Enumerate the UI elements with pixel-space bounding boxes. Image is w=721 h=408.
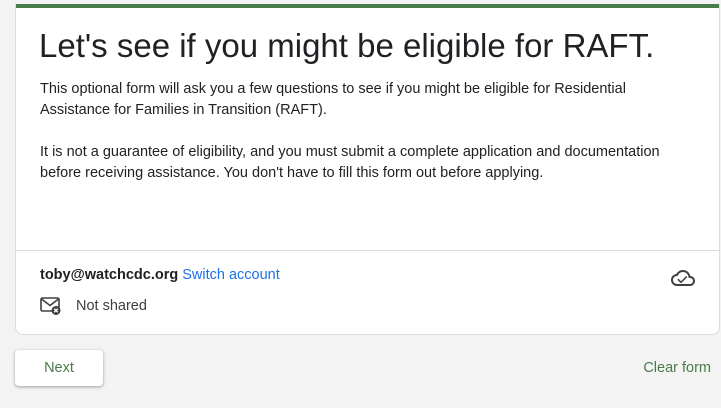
next-button[interactable]: Next (15, 350, 103, 386)
form-description: This optional form will ask you a few qu… (40, 79, 695, 184)
description-paragraph-2: It is not a guarantee of eligibility, an… (40, 144, 660, 181)
account-email: toby@watchcdc.org (40, 267, 179, 283)
form-header-body: Let's see if you might be eligible for R… (39, 24, 695, 205)
card-accent-bar (16, 4, 719, 8)
form-header-card: Let's see if you might be eligible for R… (15, 4, 720, 335)
cloud-check-icon[interactable] (671, 266, 695, 290)
description-paragraph-1: This optional form will ask you a few qu… (40, 81, 626, 118)
switch-account-link[interactable]: Switch account (182, 267, 280, 283)
account-row: toby@watchcdc.org Switch account (40, 265, 280, 285)
not-shared-row: Not shared (40, 296, 147, 316)
form-page: Let's see if you might be eligible for R… (0, 0, 721, 408)
shared-status: Not shared (76, 298, 147, 314)
clear-form-button[interactable]: Clear form (643, 350, 711, 386)
form-title: Let's see if you might be eligible for R… (39, 27, 655, 64)
mail-not-shared-icon (40, 297, 61, 315)
account-divider (16, 250, 719, 251)
